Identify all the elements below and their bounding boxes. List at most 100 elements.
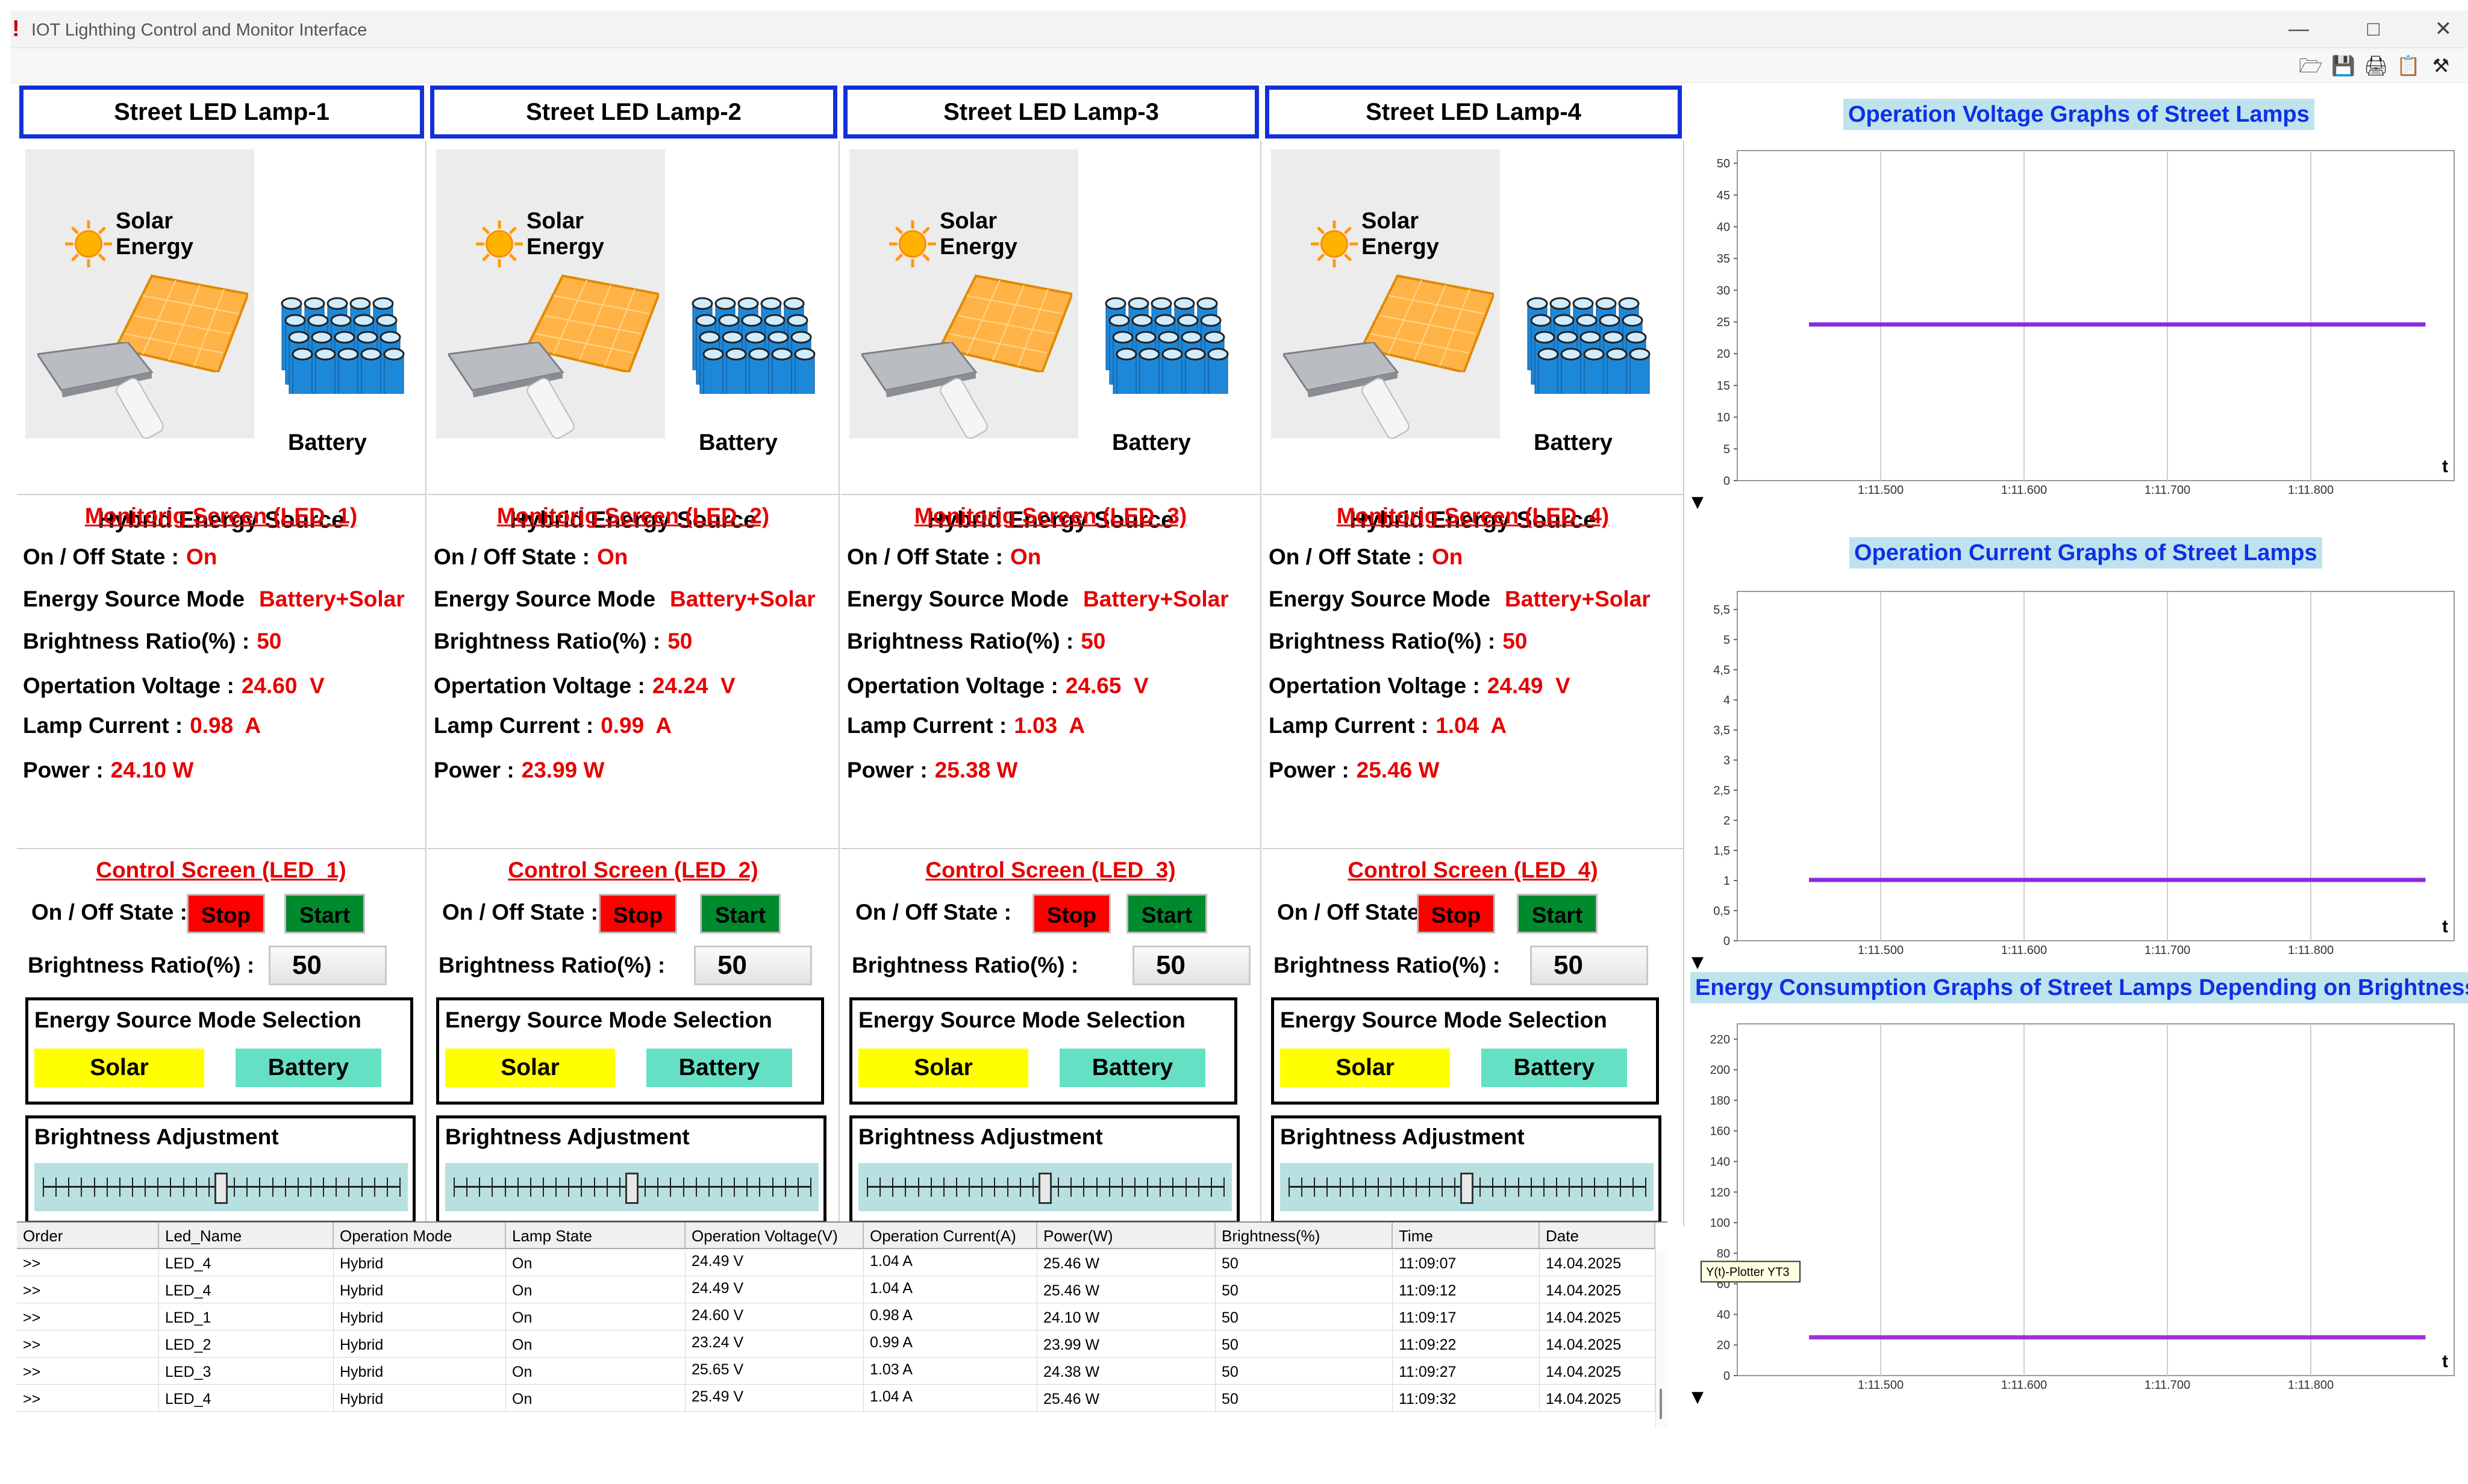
tools-icon[interactable]: ⚒ bbox=[2428, 53, 2454, 78]
y-tick-label: 1,5 bbox=[1713, 844, 1730, 858]
table-cell: Hybrid bbox=[334, 1276, 506, 1303]
slider-thumb[interactable] bbox=[214, 1173, 228, 1204]
y-tick-label: 5,5 bbox=[1713, 603, 1730, 617]
table-row[interactable]: >> LED_3 Hybrid On 25.65 V 1.03 A 24.38 W 50 11:… bbox=[17, 1358, 1655, 1385]
brightness-slider[interactable] bbox=[858, 1163, 1232, 1211]
stop-button[interactable]: Stop bbox=[1417, 894, 1495, 934]
on-off-label: On / Off State : bbox=[847, 544, 1003, 569]
column-header[interactable]: Operation Voltage(V) bbox=[686, 1223, 864, 1249]
column-header[interactable]: Order bbox=[17, 1223, 159, 1249]
column-header[interactable]: Time bbox=[1393, 1223, 1540, 1249]
y-tick-label: 100 bbox=[1710, 1217, 1730, 1230]
stop-button[interactable]: Stop bbox=[187, 894, 265, 934]
solar-button[interactable]: Solar bbox=[34, 1049, 204, 1087]
brightness-slider[interactable] bbox=[445, 1163, 819, 1211]
battery-cell-top bbox=[337, 348, 359, 361]
x-axis-label: t bbox=[2442, 457, 2448, 476]
column-header[interactable]: Led_Name bbox=[159, 1223, 334, 1249]
stop-button[interactable]: Stop bbox=[1032, 894, 1111, 934]
x-tick-label: 1:11.600 bbox=[2001, 944, 2047, 957]
column-header[interactable]: Brightness(%) bbox=[1216, 1223, 1393, 1249]
slider-tick bbox=[956, 1177, 957, 1197]
slider-tick bbox=[1619, 1177, 1621, 1197]
slider-tick bbox=[1147, 1177, 1149, 1197]
start-button[interactable]: Start bbox=[1517, 894, 1598, 934]
slider-tick bbox=[721, 1177, 722, 1197]
column-header[interactable]: Date bbox=[1540, 1223, 1655, 1249]
save-icon[interactable]: 💾 bbox=[2330, 53, 2357, 78]
slider-tick bbox=[1403, 1177, 1405, 1197]
minimize-icon[interactable]: — bbox=[2284, 14, 2313, 43]
start-button[interactable]: Start bbox=[700, 894, 781, 934]
brightness-ratio-input[interactable]: 50 bbox=[1132, 946, 1251, 985]
table-row[interactable]: >> LED_1 Hybrid On 24.60 V 0.98 A 24.10 W 50 11:… bbox=[17, 1303, 1655, 1330]
slider-thumb[interactable] bbox=[1460, 1173, 1473, 1204]
slider-tick bbox=[593, 1177, 595, 1197]
column-header[interactable]: Power(W) bbox=[1037, 1223, 1216, 1249]
battery-cell-top bbox=[330, 314, 352, 327]
scroll-down-icon[interactable]: ▼ bbox=[1692, 953, 1704, 971]
slider-tick bbox=[386, 1177, 388, 1197]
voltage-label: Opertation Voltage : bbox=[434, 673, 645, 698]
table-row[interactable]: >> LED_4 Hybrid On 24.49 V 1.04 A 25.46 W 50 11:… bbox=[17, 1276, 1655, 1303]
battery-button[interactable]: Battery bbox=[1060, 1049, 1205, 1087]
slider-tick bbox=[810, 1177, 811, 1197]
slider-thumb[interactable] bbox=[1039, 1173, 1052, 1204]
slider-tick bbox=[272, 1177, 273, 1197]
scroll-down-icon[interactable]: ▼ bbox=[1692, 493, 1704, 511]
print-icon[interactable]: 🖨 bbox=[2363, 53, 2389, 78]
monitor-on-off-row: On / Off State : On bbox=[23, 544, 217, 570]
brightness-slider[interactable] bbox=[34, 1163, 408, 1211]
table-row[interactable]: >> LED_2 Hybrid On 23.24 V 0.99 A 23.99 W 50 11:… bbox=[17, 1330, 1655, 1358]
column-header[interactable]: Operation Mode bbox=[334, 1223, 506, 1249]
slider-tick bbox=[797, 1177, 799, 1197]
brightness-slider[interactable] bbox=[1280, 1163, 1654, 1211]
column-header[interactable]: Operation Current(A) bbox=[864, 1223, 1037, 1249]
slider-tick bbox=[259, 1177, 261, 1197]
brightness-ratio-label: Brightness Ratio(%) : bbox=[1273, 953, 1501, 977]
slider-tick bbox=[1210, 1177, 1212, 1197]
close-icon[interactable]: ✕ bbox=[2429, 14, 2458, 43]
solar-button[interactable]: Solar bbox=[1280, 1049, 1450, 1087]
monitor-current-row: Lamp Current : 0.99 A bbox=[434, 713, 672, 738]
table-cell: 25.46 W bbox=[1037, 1249, 1216, 1276]
table-scrollbar[interactable] bbox=[1655, 1249, 1667, 1427]
current-label: Lamp Current : bbox=[23, 713, 183, 738]
x-tick-label: 1:11.600 bbox=[2001, 1379, 2047, 1392]
solar-button[interactable]: Solar bbox=[445, 1049, 615, 1087]
slider-tick bbox=[492, 1177, 493, 1197]
start-button[interactable]: Start bbox=[284, 894, 365, 934]
brightness-ratio-input[interactable]: 50 bbox=[269, 946, 387, 985]
battery-button[interactable]: Battery bbox=[236, 1049, 381, 1087]
solar-lamp-image: Solar Energy bbox=[25, 149, 254, 439]
battery-button[interactable]: Battery bbox=[1481, 1049, 1627, 1087]
battery-cell-top bbox=[1534, 331, 1555, 344]
slider-thumb[interactable] bbox=[625, 1173, 639, 1204]
battery-cell-top bbox=[794, 348, 816, 361]
table-row[interactable]: >> LED_4 Hybrid On 24.49 V 1.04 A 25.46 W 50 11:… bbox=[17, 1249, 1655, 1276]
solar-energy-label: Solar Energy bbox=[940, 208, 1017, 260]
brightness-adjustment-box: Brightness Adjustment bbox=[436, 1115, 826, 1224]
slider-tick bbox=[348, 1177, 350, 1197]
scroll-down-icon[interactable]: ▼ bbox=[1692, 1388, 1704, 1406]
brightness-adjustment-title: Brightness Adjustment bbox=[445, 1124, 690, 1149]
energy-source-mode-box: Energy Source Mode Selection Solar Batte… bbox=[436, 997, 824, 1105]
battery-button[interactable]: Battery bbox=[646, 1049, 792, 1087]
table-row[interactable]: >> LED_4 Hybrid On 25.49 V 1.04 A 25.46 W 50 11:… bbox=[17, 1385, 1655, 1412]
maximize-icon[interactable]: □ bbox=[2359, 14, 2388, 43]
brightness-ratio-input[interactable]: 50 bbox=[1530, 946, 1648, 985]
x-tick-label: 1:11.500 bbox=[1858, 1379, 1904, 1392]
brightness-ratio-input[interactable]: 50 bbox=[694, 946, 812, 985]
y-tick-label: 3 bbox=[1723, 754, 1730, 767]
solar-button[interactable]: Solar bbox=[858, 1049, 1028, 1087]
slider-tick bbox=[1058, 1177, 1060, 1197]
clipboard-icon[interactable]: 📋 bbox=[2395, 53, 2422, 78]
table-cell: LED_3 bbox=[159, 1358, 334, 1385]
battery-cell-top bbox=[284, 314, 306, 327]
start-button[interactable]: Start bbox=[1126, 894, 1207, 934]
stop-button[interactable]: Stop bbox=[599, 894, 677, 934]
open-folder-icon[interactable]: 🗁 bbox=[2298, 53, 2324, 78]
brightness-ratio-label: Brightness Ratio(%) : bbox=[852, 953, 1079, 977]
column-header[interactable]: Lamp State bbox=[506, 1223, 686, 1249]
voltage-label: Opertation Voltage : bbox=[847, 673, 1058, 698]
